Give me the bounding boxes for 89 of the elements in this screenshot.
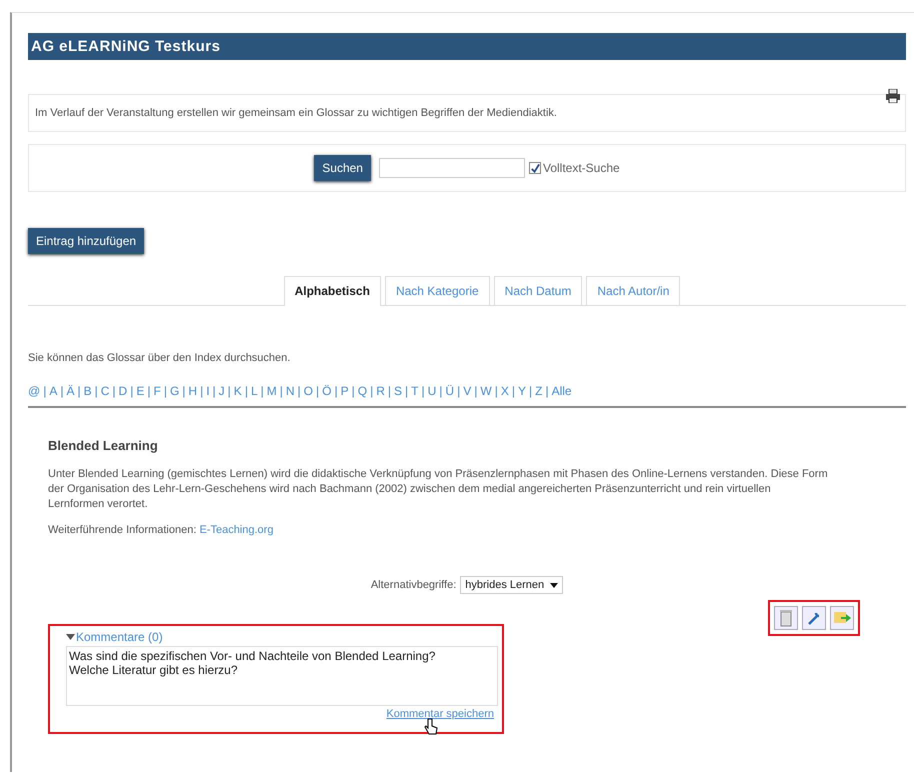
fulltext-checkbox[interactable]: [528, 162, 541, 174]
index-letter-link[interactable]: @: [28, 384, 40, 398]
index-separator: |: [334, 384, 338, 398]
index-separator: |: [43, 384, 46, 398]
index-separator: |: [94, 384, 98, 398]
index-letter-link[interactable]: L: [250, 384, 258, 398]
comments-toggle[interactable]: Kommentare (0): [66, 630, 163, 644]
export-icon[interactable]: [830, 606, 854, 630]
index-letter-link[interactable]: K: [234, 384, 242, 398]
index-separator: |: [130, 384, 134, 398]
search-button[interactable]: Suchen: [314, 155, 371, 181]
index-separator: |: [280, 384, 283, 398]
index-separator: |: [388, 384, 392, 398]
index-letter-link[interactable]: Ä: [66, 384, 74, 398]
index-letter-link[interactable]: A: [49, 384, 58, 398]
index-separator: |: [260, 384, 264, 398]
entry-title: Blended Learning: [48, 438, 159, 453]
index-letter-link[interactable]: B: [84, 384, 92, 398]
index-letter-link[interactable]: Y: [518, 384, 526, 398]
index-separator: |: [164, 384, 167, 398]
index-separator: |: [405, 384, 408, 398]
index-separator: |: [182, 384, 186, 398]
index-letter-link[interactable]: R: [376, 384, 385, 398]
tab[interactable]: Alphabetisch: [284, 276, 381, 306]
index-letter-link[interactable]: D: [118, 384, 128, 398]
index-separator: |: [512, 384, 515, 398]
index-letter-link[interactable]: J: [218, 384, 225, 398]
index-hint: Sie können das Glossar über den Index durchsuchen.: [28, 352, 292, 364]
index-separator: |: [545, 384, 549, 398]
index-separator: |: [228, 384, 231, 398]
more-info-label: Weiterführende Informationen:: [48, 524, 196, 536]
intro-text: Im Verlauf der Veranstaltung erstellen wir gemeinsam ein Glossar zu wichtigen Begriffen der Mediendiaktik.: [35, 107, 557, 119]
index-separator: |: [370, 384, 374, 398]
index-letter-link[interactable]: Ü: [445, 384, 454, 398]
save-comment-link[interactable]: Kommentar speichern: [66, 708, 494, 720]
index-letter-link[interactable]: F: [153, 384, 161, 398]
printer-icon[interactable]: [885, 89, 901, 103]
course-title-bar: AG eLEARNiNG Testkurs: [28, 33, 906, 60]
caret-icon: [550, 582, 558, 588]
index-letter-link[interactable]: W: [480, 384, 492, 398]
index-separator: |: [494, 384, 498, 398]
tab[interactable]: Nach Autor/in: [586, 276, 680, 305]
search-field[interactable]: [378, 158, 525, 178]
index-separator: |: [200, 384, 204, 398]
delete-icon[interactable]: [774, 606, 798, 630]
index-letter-link[interactable]: G: [170, 384, 180, 398]
index-letter-link[interactable]: N: [286, 384, 295, 398]
tab[interactable]: Nach Datum: [494, 276, 582, 305]
index-separator: |: [60, 384, 64, 398]
index-separator: |: [112, 384, 116, 398]
index-letter-link[interactable]: U: [428, 384, 436, 398]
index-letter-link[interactable]: E: [136, 384, 144, 398]
index-letter-link[interactable]: M: [266, 384, 277, 398]
index-separator: |: [298, 384, 301, 398]
index-separator: |: [316, 384, 320, 398]
index-letter-link[interactable]: S: [394, 384, 402, 398]
comment-field[interactable]: Was sind die spezifischen Vor- und Nachteile von Blended Learning? Welche Literatur gibt es hierzu?: [66, 646, 498, 706]
index-letter-link[interactable]: X: [500, 384, 509, 398]
index-letter-link[interactable]: V: [463, 384, 472, 398]
index-letter-link[interactable]: T: [411, 384, 418, 398]
index-separator: |: [244, 384, 248, 398]
index-letter-link[interactable]: C: [100, 384, 110, 398]
index-letter-link[interactable]: Q: [358, 384, 368, 398]
index-separator: |: [474, 384, 478, 398]
entry-text: Unter Blended Learning (gemischtes Lernen) wird die didaktische Verknüpfung von Präsenzlernphasen mit Phasen des Online-Lernens verstanden. Diese Form der Organisation des Lehr-Lern-Geschehens wird nach Bachmann (2002) zwischen dem medial angereicherten Präsenzunterricht und rein virtuellen Lernformen verortet.: [48, 467, 828, 512]
index-letter-link[interactable]: I: [206, 384, 210, 398]
index-letter-link[interactable]: Z: [535, 384, 542, 398]
triangle-icon: [66, 634, 75, 640]
tab[interactable]: Nach Kategorie: [384, 276, 490, 305]
index-letter-link[interactable]: O: [304, 384, 314, 398]
index-separator: |: [528, 384, 532, 398]
more-info-link[interactable]: E-Teaching.org: [199, 524, 274, 536]
index-separator: |: [212, 384, 216, 398]
index-letter-link[interactable]: Alle: [552, 384, 572, 398]
index-separator: |: [352, 384, 355, 398]
alias-dropdown[interactable]: hybrides Lernen: [460, 576, 564, 594]
index-separator: |: [147, 384, 150, 398]
hand-cursor-icon: [424, 718, 438, 736]
fulltext-label: Volltext-Suche: [542, 161, 620, 175]
index-separator: |: [422, 384, 425, 398]
index-letter-link[interactable]: H: [188, 384, 198, 398]
index-separator: |: [77, 384, 81, 398]
index-separator: |: [457, 384, 460, 398]
add-entry-button[interactable]: Eintrag hinzufügen: [28, 228, 144, 254]
index-letter-link[interactable]: P: [340, 384, 349, 398]
alias-label: Alternativbegriffe:: [370, 579, 456, 591]
index-separator: |: [439, 384, 442, 398]
edit-icon[interactable]: [802, 606, 826, 630]
index-letter-link[interactable]: Ö: [322, 384, 332, 398]
